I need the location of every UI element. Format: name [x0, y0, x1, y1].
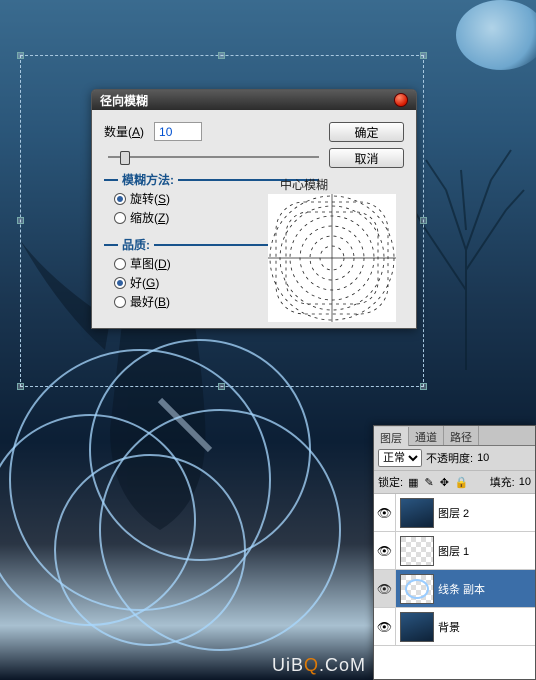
visibility-eye-icon[interactable]: 👁: [374, 494, 396, 531]
radio-icon: [114, 193, 126, 205]
panel-tabs: 图层 通道 路径: [374, 426, 535, 446]
light-circles: [0, 320, 380, 660]
moon-decor: [456, 0, 536, 70]
radio-icon: [114, 277, 126, 289]
blur-center-label: 中心模糊: [280, 176, 328, 193]
layer-row[interactable]: 👁 图层 2: [374, 494, 535, 532]
dialog-titlebar[interactable]: 径向模糊: [92, 90, 416, 110]
lock-transparency-icon[interactable]: ▦: [408, 476, 418, 489]
radio-icon: [114, 296, 126, 308]
layers-panel: 图层 通道 路径 正常 不透明度: 10 锁定: ▦ ✎ ✥ 🔒 填充: 10 …: [373, 425, 536, 680]
layers-list: 👁 图层 2 👁 图层 1 👁 线条 副本 👁 背景: [374, 494, 535, 679]
layer-name[interactable]: 线条 副本: [438, 581, 535, 597]
layer-thumbnail[interactable]: [400, 574, 434, 604]
radio-icon: [114, 212, 126, 224]
opacity-value[interactable]: 10: [477, 452, 489, 464]
lock-move-icon[interactable]: ✥: [440, 476, 449, 489]
lock-paint-icon[interactable]: ✎: [424, 476, 433, 489]
visibility-eye-icon[interactable]: 👁: [374, 532, 396, 569]
cancel-button[interactable]: 取消: [329, 148, 404, 168]
close-icon[interactable]: [394, 93, 408, 107]
watermark: UiBQ.CoM: [272, 655, 366, 676]
visibility-eye-icon[interactable]: 👁: [374, 608, 396, 645]
fill-label: 填充:: [490, 474, 515, 490]
layer-name[interactable]: 图层 2: [438, 505, 535, 521]
tab-channels[interactable]: 通道: [409, 426, 444, 445]
fill-value[interactable]: 10: [519, 476, 531, 488]
layer-row[interactable]: 👁 图层 1: [374, 532, 535, 570]
amount-label: 数量(A): [104, 123, 144, 140]
slider-thumb-icon[interactable]: [120, 151, 130, 165]
layer-thumbnail[interactable]: [400, 536, 434, 566]
opacity-label: 不透明度:: [426, 450, 473, 466]
ok-button[interactable]: 确定: [329, 122, 404, 142]
blend-mode-select[interactable]: 正常: [378, 449, 422, 467]
radial-blur-dialog: 径向模糊 数量(A) 模糊方法: 旋转(S) 缩放(Z): [91, 89, 417, 329]
layer-thumbnail[interactable]: [400, 498, 434, 528]
layer-thumbnail[interactable]: [400, 612, 434, 642]
lock-label: 锁定:: [378, 474, 403, 490]
blur-center-preview[interactable]: [268, 194, 396, 322]
lock-all-icon[interactable]: 🔒: [455, 476, 469, 489]
dialog-title: 径向模糊: [100, 92, 148, 109]
tab-paths[interactable]: 路径: [444, 426, 479, 445]
radio-icon: [114, 258, 126, 270]
tab-layers[interactable]: 图层: [374, 427, 409, 446]
layer-row[interactable]: 👁 背景: [374, 608, 535, 646]
layer-name[interactable]: 背景: [438, 619, 535, 635]
tree-decor: [406, 110, 526, 370]
amount-slider[interactable]: [108, 147, 319, 165]
amount-input[interactable]: [154, 122, 202, 141]
visibility-eye-icon[interactable]: 👁: [374, 570, 396, 607]
layer-name[interactable]: 图层 1: [438, 543, 535, 559]
layer-row[interactable]: 👁 线条 副本: [374, 570, 535, 608]
